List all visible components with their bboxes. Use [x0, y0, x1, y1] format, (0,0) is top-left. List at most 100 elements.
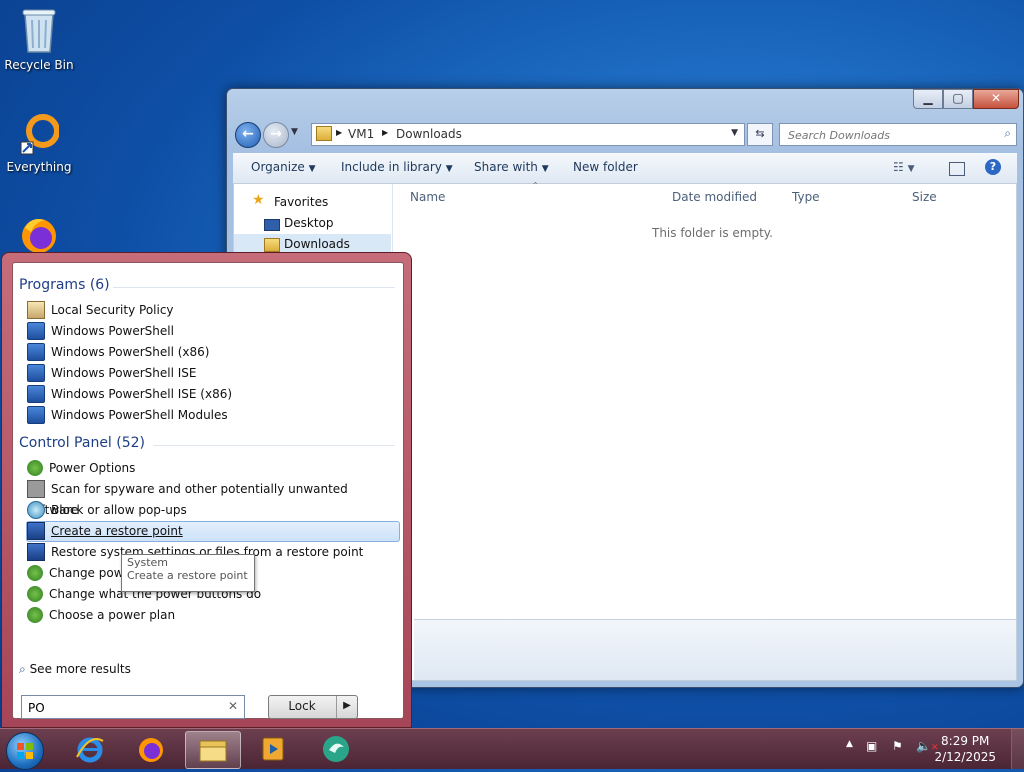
see-more-results-link[interactable]: ⌕ See more results	[19, 662, 131, 677]
recycle-bin-label: Recycle Bin	[4, 58, 74, 72]
tooltip-text: Create a restore point	[127, 569, 248, 582]
internet-options-icon	[27, 500, 45, 519]
control-panel-item[interactable]: Block or allow pop-ups	[27, 500, 399, 521]
taskbar-media-player[interactable]	[249, 731, 297, 767]
taskbar-explorer[interactable]	[185, 731, 241, 769]
folder-icon	[199, 740, 227, 762]
lock-button[interactable]: Lock ▶	[268, 695, 358, 719]
system-restore-icon	[27, 521, 45, 540]
help-icon[interactable]: ?	[985, 159, 1001, 175]
show-desktop-button[interactable]	[1011, 729, 1024, 769]
minimize-button[interactable]: ▁	[913, 89, 943, 109]
empty-folder-message: This folder is empty.	[652, 226, 773, 240]
share-with-menu[interactable]: Share with ▼	[474, 160, 549, 174]
column-header-date-modified[interactable]: Date modified	[672, 190, 757, 204]
shutdown-options-arrow-icon[interactable]: ▶	[336, 696, 357, 718]
preview-pane-icon[interactable]	[949, 162, 965, 176]
desktop-icon-recycle-bin[interactable]: Recycle Bin	[0, 6, 78, 72]
sort-indicator-icon: ⌃	[532, 181, 539, 190]
app-icon	[323, 736, 349, 762]
column-header-type[interactable]: Type	[792, 190, 820, 204]
tooltip: System Create a restore point	[121, 554, 255, 592]
power-options-icon	[27, 606, 43, 623]
action-center-flag-icon[interactable]: ⚑	[892, 739, 903, 753]
powershell-ise-icon	[27, 363, 45, 382]
column-header-size[interactable]: Size	[912, 190, 937, 204]
program-item[interactable]: Windows PowerShell ISE (x86)	[27, 384, 399, 405]
close-button[interactable]: ✕	[973, 89, 1019, 109]
taskbar-ie[interactable]	[66, 731, 114, 767]
powershell-ise-icon	[27, 384, 45, 403]
powershell-icon	[27, 321, 45, 340]
refresh-button[interactable]: ⇆	[747, 123, 773, 146]
control-panel-item-selected[interactable]: Create a restore point	[26, 521, 400, 542]
search-input[interactable]	[786, 125, 990, 145]
recycle-bin-icon	[22, 9, 56, 53]
breadcrumb-separator-icon: ▶	[382, 128, 389, 137]
control-panel-item[interactable]: Power Options	[27, 458, 399, 479]
firefox-icon	[139, 738, 163, 762]
address-dropdown-icon[interactable]: ▼	[731, 128, 738, 138]
details-pane	[414, 619, 1016, 680]
program-item[interactable]: Windows PowerShell	[27, 321, 399, 342]
control-panel-item[interactable]: Scan for spyware and other potentially u…	[27, 479, 399, 517]
clear-search-icon[interactable]: ✕	[228, 699, 238, 713]
tooltip-title: System	[127, 556, 169, 569]
address-bar[interactable]: ▶ VM1 ▶ Downloads ▼	[311, 123, 745, 146]
control-panel-item[interactable]: Choose a power plan	[27, 605, 399, 626]
include-in-library-menu[interactable]: Include in library ▼	[341, 160, 453, 174]
view-options-icon[interactable]: ☷ ▼	[893, 160, 915, 174]
command-bar: Organize ▼ Include in library ▼ Share wi…	[233, 153, 1017, 184]
taskbar-firefox[interactable]	[127, 731, 175, 767]
breadcrumb-downloads[interactable]: Downloads	[396, 127, 462, 141]
firefox-icon	[22, 219, 56, 253]
organize-menu[interactable]: Organize ▼	[251, 160, 316, 174]
recent-pages-chevron-icon[interactable]: ▼	[291, 127, 298, 137]
power-options-icon	[27, 459, 43, 476]
nav-downloads-row[interactable]: Downloads	[234, 234, 391, 254]
navigation-bar: ← → ▼ ▶ VM1 ▶ Downloads ▼ ⇆ ⌕	[233, 121, 1017, 148]
chevron-down-icon: ▼	[308, 164, 316, 174]
programs-group-header[interactable]: Programs (6)	[19, 277, 110, 293]
breadcrumb-vm1[interactable]: VM1	[348, 127, 374, 141]
nav-downloads: Downloads	[284, 237, 350, 251]
search-icon[interactable]: ⌕	[1004, 126, 1011, 141]
new-folder-button[interactable]: New folder	[573, 160, 638, 174]
defender-icon	[27, 479, 45, 498]
back-button[interactable]: ←	[235, 122, 261, 148]
nav-favorites[interactable]: Favorites	[274, 195, 328, 209]
program-item[interactable]: Windows PowerShell ISE	[27, 363, 399, 384]
start-menu-results: Programs (6) Local Security Policy Windo…	[12, 262, 404, 719]
internet-explorer-icon	[76, 737, 104, 763]
search-icon: ⌕	[19, 662, 26, 676]
powershell-modules-icon	[27, 405, 45, 424]
maximize-button[interactable]: ▢	[943, 89, 973, 109]
program-item[interactable]: Local Security Policy	[27, 300, 399, 321]
window-controls: ▁ ▢ ✕	[913, 89, 1019, 109]
refresh-icon: ⇆	[755, 127, 765, 140]
power-options-icon	[27, 564, 43, 581]
clock[interactable]: 8:29 PM 2/12/2025	[934, 733, 996, 765]
windows-logo-icon	[17, 743, 33, 759]
forward-button[interactable]: →	[263, 122, 289, 148]
start-menu: Programs (6) Local Security Policy Windo…	[1, 252, 412, 728]
program-item[interactable]: Windows PowerShell (x86)	[27, 342, 399, 363]
lock-label: Lock	[288, 699, 316, 713]
start-search-box[interactable]: ✕	[21, 695, 245, 719]
chevron-down-icon: ▼	[541, 164, 549, 174]
start-search-input[interactable]	[26, 697, 220, 718]
everything-label: Everything	[6, 160, 72, 174]
network-icon[interactable]: ▣	[866, 739, 877, 753]
nav-desktop[interactable]: Desktop	[284, 216, 334, 230]
show-hidden-icons-chevron-icon[interactable]: ▲	[846, 739, 853, 749]
everything-icon	[20, 114, 59, 155]
downloads-folder-icon	[264, 238, 280, 252]
column-header-name[interactable]: Name	[410, 190, 445, 204]
search-box[interactable]: ⌕	[779, 123, 1017, 146]
control-panel-group-header[interactable]: Control Panel (52)	[19, 435, 145, 451]
desktop-icon-everything[interactable]: Everything	[0, 112, 78, 174]
program-item[interactable]: Windows PowerShell Modules	[27, 405, 399, 426]
start-button[interactable]	[6, 732, 44, 770]
taskbar-app[interactable]	[312, 731, 360, 767]
back-arrow-icon: ←	[242, 126, 254, 142]
